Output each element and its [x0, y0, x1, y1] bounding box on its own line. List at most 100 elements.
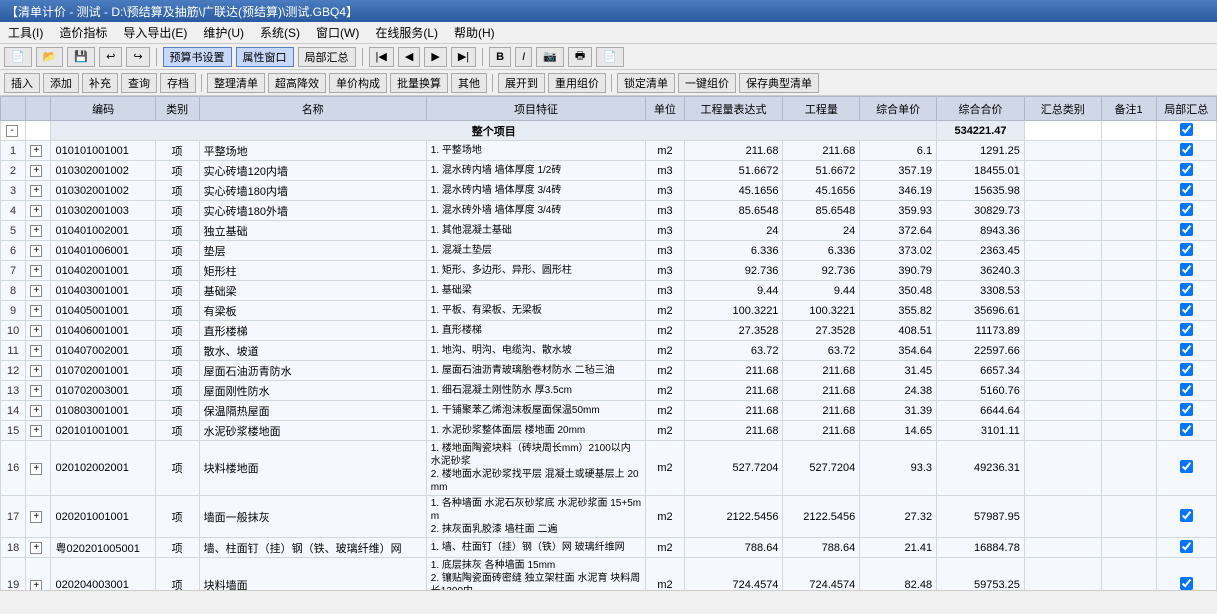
menu-item-maintain[interactable]: 维护(U): [199, 23, 248, 42]
row-feature[interactable]: 1. 各种墙面 水泥石灰砂浆底 水泥砂浆面 15+5mm 2. 抹灰面乳胶漆 墙…: [426, 496, 645, 538]
row-feature[interactable]: 1. 平整场地: [426, 141, 645, 161]
row-expression[interactable]: 85.6548: [684, 201, 783, 221]
unit-compose-button[interactable]: 单价构成: [329, 73, 387, 93]
row-local-checkbox[interactable]: [1156, 221, 1216, 241]
row-note[interactable]: [1101, 321, 1156, 341]
expand-button[interactable]: +: [30, 580, 42, 591]
row-code[interactable]: 020204003001: [51, 558, 155, 591]
row-expression[interactable]: 211.68: [684, 421, 783, 441]
row-name[interactable]: 平整场地: [199, 141, 426, 161]
row-feature[interactable]: 1. 地沟、明沟、电缆沟、散水坡: [426, 341, 645, 361]
row-name[interactable]: 散水、坡道: [199, 341, 426, 361]
row-quantity[interactable]: 100.3221: [783, 301, 860, 321]
local-check[interactable]: [1180, 263, 1193, 276]
expand-button[interactable]: +: [30, 285, 42, 297]
expand-button[interactable]: +: [30, 245, 42, 257]
row-note[interactable]: [1101, 141, 1156, 161]
row-total-type[interactable]: [1024, 496, 1101, 538]
row-expression[interactable]: 2122.5456: [684, 496, 783, 538]
local-check[interactable]: [1180, 243, 1193, 256]
row-unit-price[interactable]: 21.41: [860, 538, 937, 558]
local-check[interactable]: [1180, 303, 1193, 316]
print-preview-button[interactable]: 📷: [536, 47, 564, 67]
row-unit-price[interactable]: 27.32: [860, 496, 937, 538]
row-feature[interactable]: 1. 混水砖内墙 墙体厚度 1/2砖: [426, 161, 645, 181]
italic-button[interactable]: I: [515, 47, 532, 67]
row-quantity[interactable]: 92.736: [783, 261, 860, 281]
row-code[interactable]: 010401006001: [51, 241, 155, 261]
row-unit-price[interactable]: 408.51: [860, 321, 937, 341]
row-code[interactable]: 010803001001: [51, 401, 155, 421]
row-code[interactable]: 010702001001: [51, 361, 155, 381]
expand-button[interactable]: +: [30, 511, 42, 523]
nav-last[interactable]: ▶|: [451, 47, 476, 67]
menu-item-system[interactable]: 系统(S): [256, 23, 304, 42]
row-name[interactable]: 基础梁: [199, 281, 426, 301]
row-name[interactable]: 有梁板: [199, 301, 426, 321]
row-note[interactable]: [1101, 161, 1156, 181]
row-code[interactable]: 粤020201005001: [51, 538, 155, 558]
row-expression[interactable]: 211.68: [684, 401, 783, 421]
batch-replace-button[interactable]: 批量换算: [390, 73, 448, 93]
expand-button[interactable]: +: [30, 165, 42, 177]
row-total-type[interactable]: [1024, 341, 1101, 361]
expand-button[interactable]: +: [30, 365, 42, 377]
row-note[interactable]: [1101, 558, 1156, 591]
row-local-checkbox[interactable]: [1156, 181, 1216, 201]
save-button[interactable]: 💾: [67, 47, 95, 67]
menu-item-import[interactable]: 导入导出(E): [119, 23, 191, 42]
reuse-price-button[interactable]: 重用组价: [548, 73, 606, 93]
row-note[interactable]: [1101, 538, 1156, 558]
expand-button[interactable]: +: [30, 225, 42, 237]
row-name[interactable]: 保温隔热屋面: [199, 401, 426, 421]
row-code[interactable]: 010403001001: [51, 281, 155, 301]
local-check[interactable]: [1180, 577, 1193, 590]
row-expression[interactable]: 724.4574: [684, 558, 783, 591]
row-local-checkbox[interactable]: [1156, 558, 1216, 591]
row-name[interactable]: 垫层: [199, 241, 426, 261]
row-feature[interactable]: 1. 矩形、多边形、异形、圆形柱: [426, 261, 645, 281]
row-local-checkbox[interactable]: [1156, 401, 1216, 421]
row-unit-price[interactable]: 24.38: [860, 381, 937, 401]
expand-button[interactable]: +: [30, 305, 42, 317]
row-name[interactable]: 矩形柱: [199, 261, 426, 281]
row-expression[interactable]: 211.68: [684, 361, 783, 381]
row-expression[interactable]: 211.68: [684, 381, 783, 401]
redo-button[interactable]: ↪: [126, 47, 149, 67]
local-check[interactable]: [1180, 183, 1193, 196]
budget-settings-button[interactable]: 预算书设置: [163, 47, 232, 67]
row-expression[interactable]: 63.72: [684, 341, 783, 361]
local-check[interactable]: [1180, 509, 1193, 522]
menu-item-help[interactable]: 帮助(H): [450, 23, 499, 42]
row-quantity[interactable]: 724.4574: [783, 558, 860, 591]
row-quantity[interactable]: 211.68: [783, 361, 860, 381]
row-unit-price[interactable]: 354.64: [860, 341, 937, 361]
menu-item-window[interactable]: 窗口(W): [312, 23, 363, 42]
row-feature[interactable]: 1. 基础梁: [426, 281, 645, 301]
row-feature[interactable]: 1. 其他混凝土基础: [426, 221, 645, 241]
row-quantity[interactable]: 211.68: [783, 381, 860, 401]
row-quantity[interactable]: 24: [783, 221, 860, 241]
nav-prev[interactable]: ◀: [398, 47, 420, 67]
row-name[interactable]: 屋面石油沥青防水: [199, 361, 426, 381]
row-local-checkbox[interactable]: [1156, 321, 1216, 341]
row-note[interactable]: [1101, 381, 1156, 401]
row-total-type[interactable]: [1024, 141, 1101, 161]
row-note[interactable]: [1101, 261, 1156, 281]
row-expression[interactable]: 527.7204: [684, 441, 783, 496]
new-button[interactable]: 📄: [4, 47, 32, 67]
local-check[interactable]: [1180, 323, 1193, 336]
query-button[interactable]: 查询: [121, 73, 157, 93]
undo-button[interactable]: ↩: [99, 47, 122, 67]
row-total-type[interactable]: [1024, 421, 1101, 441]
row-total-type[interactable]: [1024, 161, 1101, 181]
row-total-type[interactable]: [1024, 201, 1101, 221]
row-expression[interactable]: 45.1656: [684, 181, 783, 201]
row-code[interactable]: 010405001001: [51, 301, 155, 321]
row-name[interactable]: 独立基础: [199, 221, 426, 241]
row-total-type[interactable]: [1024, 558, 1101, 591]
row-note[interactable]: [1101, 241, 1156, 261]
row-total-type[interactable]: [1024, 301, 1101, 321]
expand-button[interactable]: +: [30, 405, 42, 417]
lock-list-button[interactable]: 锁定清单: [617, 73, 675, 93]
